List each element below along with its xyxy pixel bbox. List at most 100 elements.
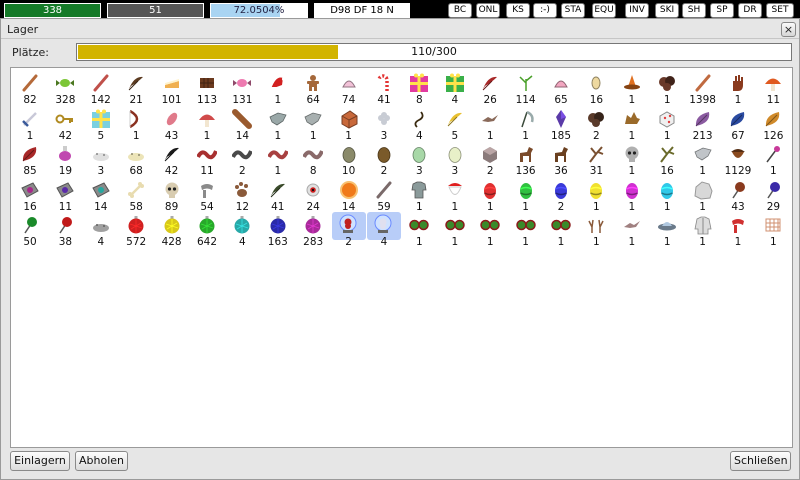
- santa-hat-icon: [268, 73, 288, 93]
- item-count: 1: [770, 165, 777, 178]
- item-slot[interactable]: 11: [755, 71, 791, 106]
- item-slot[interactable]: 1: [755, 213, 791, 248]
- feather-icon: [480, 73, 500, 93]
- hud-button-inv[interactable]: INV: [625, 3, 649, 18]
- orb-icon: [339, 180, 359, 200]
- goggles-icon: [480, 215, 500, 235]
- horse-icon: [551, 144, 571, 164]
- hud-button-set[interactable]: SET: [766, 3, 794, 18]
- mana-value: 51: [149, 5, 162, 16]
- skull-icon: [622, 144, 642, 164]
- gift-icon: [445, 73, 465, 93]
- paw-icon: [232, 180, 252, 200]
- potion-icon: [55, 144, 75, 164]
- easter-egg-icon: [516, 180, 536, 200]
- armor-icon: [409, 180, 429, 200]
- close-button[interactable]: Schließen: [730, 451, 791, 471]
- stick-icon: [20, 73, 40, 93]
- lollipop-icon: [55, 215, 75, 235]
- rope-icon: [409, 109, 429, 129]
- branch-icon: [586, 144, 606, 164]
- goggles-icon: [515, 215, 536, 235]
- experience-bar: 72.0504%: [210, 3, 308, 18]
- fluff-icon: [374, 109, 394, 129]
- cloth-icon: [303, 109, 323, 129]
- witch-hat-icon: [622, 73, 642, 93]
- scarf-icon: [728, 215, 748, 235]
- stick-icon: [693, 73, 713, 93]
- goggles-icon: [409, 215, 430, 235]
- key-icon: [55, 109, 75, 129]
- hud-button-sh[interactable]: SH: [682, 3, 706, 18]
- leaf-icon: [728, 109, 748, 129]
- powder-icon: [91, 144, 111, 164]
- snake-icon: [196, 144, 218, 164]
- hud-button-sta[interactable]: STA: [561, 3, 585, 18]
- hud-button-dr[interactable]: DR: [738, 3, 762, 18]
- scythe-icon: [516, 109, 536, 129]
- item-slot[interactable]: 29: [755, 178, 791, 213]
- bird-icon: [480, 109, 500, 129]
- leaf-icon: [20, 144, 40, 164]
- hud-button-equ[interactable]: EQU: [592, 3, 616, 18]
- goggles-icon: [445, 215, 465, 235]
- take-button[interactable]: Abholen: [75, 451, 128, 471]
- health-value: 338: [42, 5, 63, 16]
- stone-icon: [693, 180, 713, 200]
- leaf-icon: [693, 109, 713, 129]
- cube-icon: [480, 144, 500, 164]
- item-slot[interactable]: 126: [755, 107, 791, 142]
- item-grid: 82 328 142 21 101 113 131 1 64 74 41 8 4 26 114 65 16 1 1 1…: [10, 67, 793, 448]
- wolf-icon: [622, 109, 642, 129]
- mushroom-icon: [763, 73, 783, 93]
- health-bar: 338: [4, 3, 101, 18]
- rock-icon: [586, 109, 606, 129]
- window-titlebar[interactable]: Lager ×: [1, 19, 799, 39]
- hud-button-bc[interactable]: BC: [448, 3, 472, 18]
- glove-icon: [728, 73, 748, 93]
- slots-value: 110/300: [411, 45, 457, 58]
- hud-button-ks[interactable]: KS: [506, 3, 530, 18]
- hud-button-smiley[interactable]: :-): [533, 3, 557, 18]
- easter-egg-icon: [657, 180, 677, 200]
- egg-icon: [445, 144, 465, 164]
- beard-icon: [445, 180, 465, 200]
- tile-icon: [20, 180, 40, 200]
- stick-icon: [374, 180, 394, 200]
- tile-icon: [91, 180, 111, 200]
- experience-value: 72.0504%: [233, 5, 285, 16]
- snake-icon: [231, 144, 254, 164]
- item-slot[interactable]: 1: [755, 142, 791, 177]
- position-display: D98 DF 18 N: [314, 3, 410, 18]
- gingerbread-icon: [303, 73, 323, 93]
- egg-icon: [409, 144, 429, 164]
- feather-icon: [126, 73, 146, 93]
- scarf-icon: [197, 180, 217, 200]
- hud-button-ski[interactable]: SKI: [655, 3, 679, 18]
- log-icon: [232, 108, 253, 129]
- branch-icon: [657, 144, 677, 164]
- window-title: Lager: [7, 23, 39, 36]
- ornament-icon: [268, 215, 288, 235]
- item-count: 29: [766, 200, 781, 213]
- bone-icon: [126, 180, 146, 200]
- store-button[interactable]: Einlagern: [10, 451, 70, 471]
- rock-icon: [657, 73, 677, 93]
- storage-window: Lager × Plätze: 110/300 82 328 142 21 101 113…: [0, 18, 800, 480]
- close-icon[interactable]: ×: [781, 22, 796, 37]
- gift-icon: [409, 73, 429, 93]
- candy-icon: [55, 73, 75, 93]
- item-count: 1: [770, 236, 777, 249]
- lollipop-icon: [763, 180, 783, 200]
- gift-icon: [91, 109, 111, 129]
- hud-button-sp[interactable]: SP: [710, 3, 734, 18]
- hud-button-onl[interactable]: ONL: [476, 3, 500, 18]
- easter-egg-icon: [586, 180, 606, 200]
- wand-icon: [763, 144, 783, 164]
- lollipop-icon: [20, 215, 40, 235]
- antlers-icon: [586, 215, 606, 235]
- ornament-icon: [303, 215, 323, 235]
- plant-icon: [516, 73, 536, 93]
- item-count: 11: [766, 94, 781, 106]
- eye-icon: [303, 180, 323, 200]
